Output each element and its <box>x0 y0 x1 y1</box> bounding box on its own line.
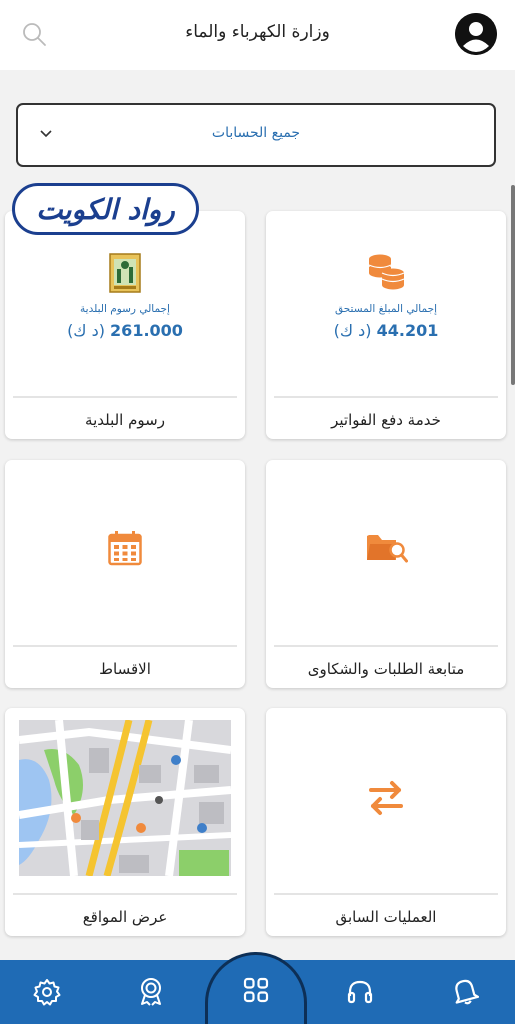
card-divider <box>274 893 498 895</box>
bills-card[interactable]: إجمالي المبلغ المستحق 44.201 (د ك) خدمة … <box>266 211 506 439</box>
calendar-icon <box>108 531 142 566</box>
card-divider <box>274 645 498 647</box>
headset-icon <box>347 980 373 1004</box>
nav-grid-button[interactable] <box>241 975 271 1005</box>
transactions-card[interactable]: العمليات السابق <box>266 708 506 936</box>
locations-card-label: عرض المواقع <box>82 908 168 926</box>
card-divider <box>13 396 237 398</box>
account-select[interactable]: جميع الحسابات <box>16 103 496 167</box>
nav-support-button[interactable] <box>345 977 375 1007</box>
folder-search-icon <box>367 535 408 563</box>
municipality-amount: 261.000 (د ك) <box>5 321 245 340</box>
municipality-amount-value: 261.000 <box>110 321 183 340</box>
bills-amount: 44.201 (د ك) <box>266 321 506 340</box>
card-divider <box>13 893 237 895</box>
municipality-amount-label: إجمالي رسوم البلدية <box>80 303 170 315</box>
watermark-text: رواد الكويت <box>36 192 176 226</box>
swap-arrows-icon <box>369 781 403 815</box>
bills-currency: (د ك) <box>333 321 372 340</box>
card-divider <box>274 396 498 398</box>
bills-amount-label: إجمالي المبلغ المستحق <box>335 303 437 315</box>
profile-button[interactable] <box>455 13 497 55</box>
requests-card-label: متابعة الطلبات والشكاوى <box>307 660 465 678</box>
award-icon <box>141 978 161 1006</box>
app-header: وزارة الكهرباء والماء <box>0 0 515 70</box>
requests-card[interactable]: متابعة الطلبات والشكاوى <box>266 460 506 688</box>
municipality-emblem-icon <box>109 253 141 293</box>
bills-amount-value: 44.201 <box>376 321 439 340</box>
page-title: وزارة الكهرباء والماء <box>185 22 330 42</box>
map-image <box>19 720 231 876</box>
account-select-value: جميع الحسابات <box>211 125 301 141</box>
grid-icon <box>243 977 269 1003</box>
nav-notifications-button[interactable] <box>450 976 480 1006</box>
bell-icon <box>455 979 479 1005</box>
nav-settings-button[interactable] <box>32 977 62 1007</box>
nav-rewards-button[interactable] <box>136 976 166 1006</box>
profile-icon <box>455 13 497 55</box>
municipality-currency: (د ك) <box>67 321 105 340</box>
chevron-down-icon <box>40 130 52 138</box>
locations-card[interactable]: عرض المواقع <box>5 708 245 936</box>
installments-card-label: الاقساط <box>99 660 151 678</box>
municipality-card[interactable]: إجمالي رسوم البلدية 261.000 (د ك) رسوم ا… <box>5 211 245 439</box>
card-divider <box>13 645 237 647</box>
transactions-card-label: العمليات السابق <box>335 908 437 926</box>
watermark-logo: رواد الكويت <box>12 183 199 235</box>
scrollbar[interactable] <box>511 185 515 385</box>
settings-icon <box>33 979 61 1006</box>
coins-icon <box>368 254 405 290</box>
installments-card[interactable]: الاقساط <box>5 460 245 688</box>
bills-card-label: خدمة دفع الفواتير <box>331 411 441 429</box>
municipality-card-label: رسوم البلدية <box>85 411 165 429</box>
